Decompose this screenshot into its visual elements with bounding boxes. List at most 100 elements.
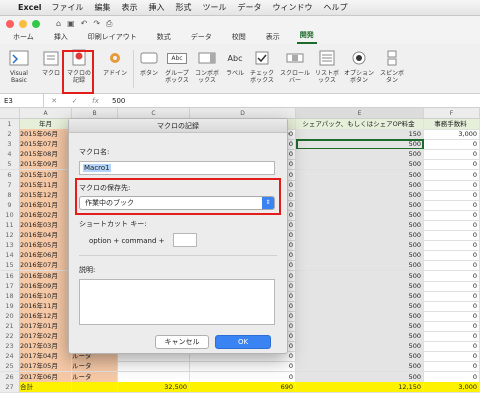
macro-name-label: マクロ名: [79, 148, 110, 156]
shortcut-label: ショートカット キー: [79, 220, 147, 228]
close-window-button[interactable] [6, 20, 14, 28]
form-button-button[interactable]: ボタン [136, 48, 162, 77]
zoom-window-button[interactable] [32, 20, 40, 28]
cell-b[interactable] [72, 381, 118, 393]
menu-view[interactable]: 表示 [122, 2, 138, 13]
groupbox-button[interactable]: Abc グループボックス [163, 48, 191, 84]
menu-data[interactable]: データ [238, 2, 262, 13]
visual-basic-label: Visual Basic [10, 70, 28, 84]
tab-data[interactable]: データ [188, 32, 215, 44]
combobox-icon [196, 48, 218, 68]
gear-icon [104, 48, 126, 68]
column-header-e[interactable]: E [296, 108, 424, 119]
cancel-button[interactable]: キャンセル [155, 335, 209, 349]
menu-format[interactable]: 形式 [176, 2, 192, 13]
minimize-window-button[interactable] [19, 20, 27, 28]
cell-e[interactable]: 12,150 [296, 381, 424, 393]
record-macro-dialog: マクロの記録 マクロ名: Macro1 マクロの保存先: 作業中のブック ⇕ シ… [68, 118, 288, 354]
column-header-a[interactable]: A [20, 108, 72, 119]
label-icon: Abc [224, 48, 246, 68]
checkbox-icon [251, 48, 273, 68]
tab-developer[interactable]: 開発 [296, 30, 317, 44]
listbox-button[interactable]: リストボックス [313, 48, 341, 84]
cell-a[interactable]: 合計 [20, 381, 72, 393]
label-label: ラベル [225, 70, 244, 77]
groupbox-abc: Abc [167, 52, 187, 64]
tab-home[interactable]: ホーム [10, 32, 37, 44]
addin-button[interactable]: アドイン [102, 48, 128, 77]
formula-bar: E3 ✕ ✓ fx 500 [0, 94, 480, 108]
description-label: 説明: [79, 266, 96, 274]
store-in-highlight [75, 178, 281, 215]
app-name[interactable]: Excel [18, 3, 42, 12]
menu-window[interactable]: ウィンドウ [273, 2, 313, 13]
home-icon[interactable]: ⌂ [56, 19, 61, 29]
visual-basic-icon [8, 48, 30, 68]
menu-bar: Excel ファイル 編集 表示 挿入 形式 ツール データ ウィンドウ ヘルプ [0, 0, 480, 16]
addin-label: アドイン [102, 70, 127, 77]
cell-d[interactable]: 690 [190, 381, 296, 393]
shortcut-key-input[interactable] [173, 233, 197, 247]
select-all-corner[interactable] [0, 108, 20, 119]
groupbox-icon: Abc [166, 48, 188, 68]
tab-formulas[interactable]: 数式 [154, 32, 174, 44]
menu-file[interactable]: ファイル [52, 2, 84, 13]
tab-insert[interactable]: 挿入 [51, 32, 71, 44]
macro-label: マクロ [41, 70, 60, 77]
label-control-button[interactable]: Abc ラベル [224, 48, 246, 77]
tab-page-layout[interactable]: 印刷レイアウト [85, 32, 140, 44]
shortcut-prefix: option + command + [89, 237, 165, 245]
name-box[interactable]: E3 [0, 94, 44, 107]
macro-name-input[interactable]: Macro1 [79, 161, 275, 175]
radio-icon [348, 48, 370, 68]
ribbon-developer: Visual Basic マクロ マクロの記録 アドイン ボタン Abc グルー… [0, 44, 480, 94]
divider [79, 255, 277, 256]
description-textarea[interactable] [79, 279, 275, 325]
macro-icon [40, 48, 62, 68]
menu-insert[interactable]: 挿入 [149, 2, 165, 13]
combobox-label: コンボボックス [194, 70, 219, 84]
checkbox-button[interactable]: チェックボックス [248, 48, 276, 84]
ribbon-tabs: ホーム 挿入 印刷レイアウト 数式 データ 校閲 表示 開発 [0, 30, 480, 44]
cell-c[interactable]: 32,500 [118, 381, 190, 393]
menu-help[interactable]: ヘルプ [324, 2, 348, 13]
macro-name-value: Macro1 [83, 164, 111, 172]
option-button-button[interactable]: オプションボタン [343, 48, 375, 84]
print-icon[interactable]: ⎙ [106, 19, 112, 29]
macro-button[interactable]: マクロ [38, 48, 64, 77]
label-abc: Abc [227, 53, 243, 63]
spin-button-button[interactable]: スピンボタン [378, 48, 406, 84]
scrollbar-label: スクロールバー [279, 70, 310, 84]
menu-edit[interactable]: 編集 [95, 2, 111, 13]
button-control-icon [138, 48, 160, 68]
title-toolbar: ⌂ ▣ ↶ ↷ ⎙ [0, 16, 480, 32]
cell-f[interactable]: 3,000 [424, 381, 480, 393]
redo-icon[interactable]: ↷ [93, 19, 100, 29]
groupbox-label: グループボックス [165, 70, 189, 84]
formula-input[interactable]: 500 [106, 97, 125, 105]
check-icon[interactable]: ✓ [72, 97, 78, 105]
scrollbar-button[interactable]: スクロールバー [279, 48, 311, 84]
checkbox-label: チェックボックス [249, 70, 274, 84]
save-icon[interactable]: ▣ [67, 19, 75, 29]
undo-icon[interactable]: ↶ [81, 19, 88, 29]
listbox-icon [316, 48, 338, 68]
button-label: ボタン [139, 70, 158, 77]
function-icon[interactable]: fx [92, 97, 99, 105]
table-row: 27 合計 32,500 690 12,150 3,000 [0, 381, 480, 393]
spin-icon [381, 48, 403, 68]
menu-tools[interactable]: ツール [203, 2, 227, 13]
scrollbar-icon [284, 48, 306, 68]
tab-review[interactable]: 校閲 [229, 32, 249, 44]
row-header[interactable]: 27 [0, 381, 20, 393]
spin-label: スピンボタン [379, 70, 404, 84]
ok-button[interactable]: OK [215, 335, 271, 349]
cancel-icon[interactable]: ✕ [51, 97, 57, 105]
visual-basic-button[interactable]: Visual Basic [4, 48, 34, 84]
record-macro-highlight [62, 50, 94, 94]
option-label: オプションボタン [343, 70, 374, 84]
column-header-f[interactable]: F [424, 108, 480, 119]
tab-view[interactable]: 表示 [263, 32, 283, 44]
combobox-button[interactable]: コンボボックス [193, 48, 221, 84]
listbox-label: リストボックス [314, 70, 339, 84]
